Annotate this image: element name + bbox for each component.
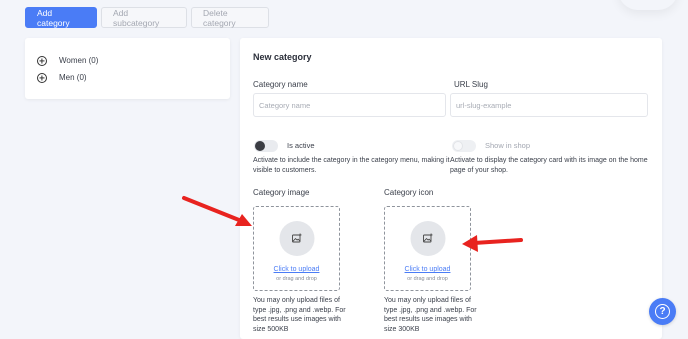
category-icon-dropzone[interactable]: Click to upload or drag and drop — [384, 206, 471, 291]
plus-circle-icon[interactable] — [37, 72, 47, 83]
is-active-toggle[interactable] — [254, 140, 278, 152]
toggle-knob — [255, 141, 265, 151]
url-slug-label: URL Slug — [454, 80, 488, 89]
show-in-shop-label: Show in shop — [485, 141, 531, 150]
category-item-men[interactable]: Men (0) — [37, 69, 230, 86]
click-to-upload-link[interactable]: Click to upload — [254, 266, 339, 273]
is-active-description: Activate to include the category in the … — [253, 157, 450, 174]
is-active-label: Is active — [287, 141, 315, 150]
category-name-input[interactable]: Category name — [253, 93, 446, 117]
question-icon: ? — [655, 304, 670, 319]
image-add-icon — [410, 221, 445, 256]
category-icon-note: You may only upload files of type .jpg, … — [384, 297, 477, 333]
add-category-button[interactable]: Add category — [25, 7, 97, 28]
category-toolbar: Add category Add subcategory Delete cate… — [25, 7, 269, 28]
category-item-label: Men (0) — [59, 73, 87, 82]
toggle-knob — [453, 141, 463, 151]
category-image-dropzone[interactable]: Click to upload or drag and drop — [253, 206, 340, 291]
url-slug-input[interactable]: url-slug-example — [450, 93, 648, 117]
top-right-element — [618, 0, 678, 10]
add-subcategory-button[interactable]: Add subcategory — [101, 7, 187, 28]
delete-category-button[interactable]: Delete category — [191, 7, 269, 28]
category-image-label: Category image — [253, 188, 310, 197]
image-add-icon — [279, 221, 314, 256]
show-in-shop-toggle[interactable] — [452, 140, 476, 152]
panel-title: New category — [253, 52, 312, 62]
new-category-panel: New category Category name Category name… — [240, 38, 662, 339]
show-in-shop-description: Activate to display the category card wi… — [450, 157, 648, 174]
help-button[interactable]: ? — [649, 298, 676, 325]
category-image-note: You may only upload files of type .jpg, … — [253, 297, 346, 333]
drag-drop-hint: or drag and drop — [407, 276, 448, 282]
click-to-upload-link[interactable]: Click to upload — [385, 266, 470, 273]
category-icon-label: Category icon — [384, 188, 434, 197]
drag-drop-hint: or drag and drop — [276, 276, 317, 282]
plus-circle-icon[interactable] — [37, 55, 47, 66]
category-item-women[interactable]: Women (0) — [37, 52, 230, 69]
category-item-label: Women (0) — [59, 56, 99, 65]
category-name-label: Category name — [253, 80, 308, 89]
category-tree: Women (0) Men (0) — [25, 38, 230, 99]
